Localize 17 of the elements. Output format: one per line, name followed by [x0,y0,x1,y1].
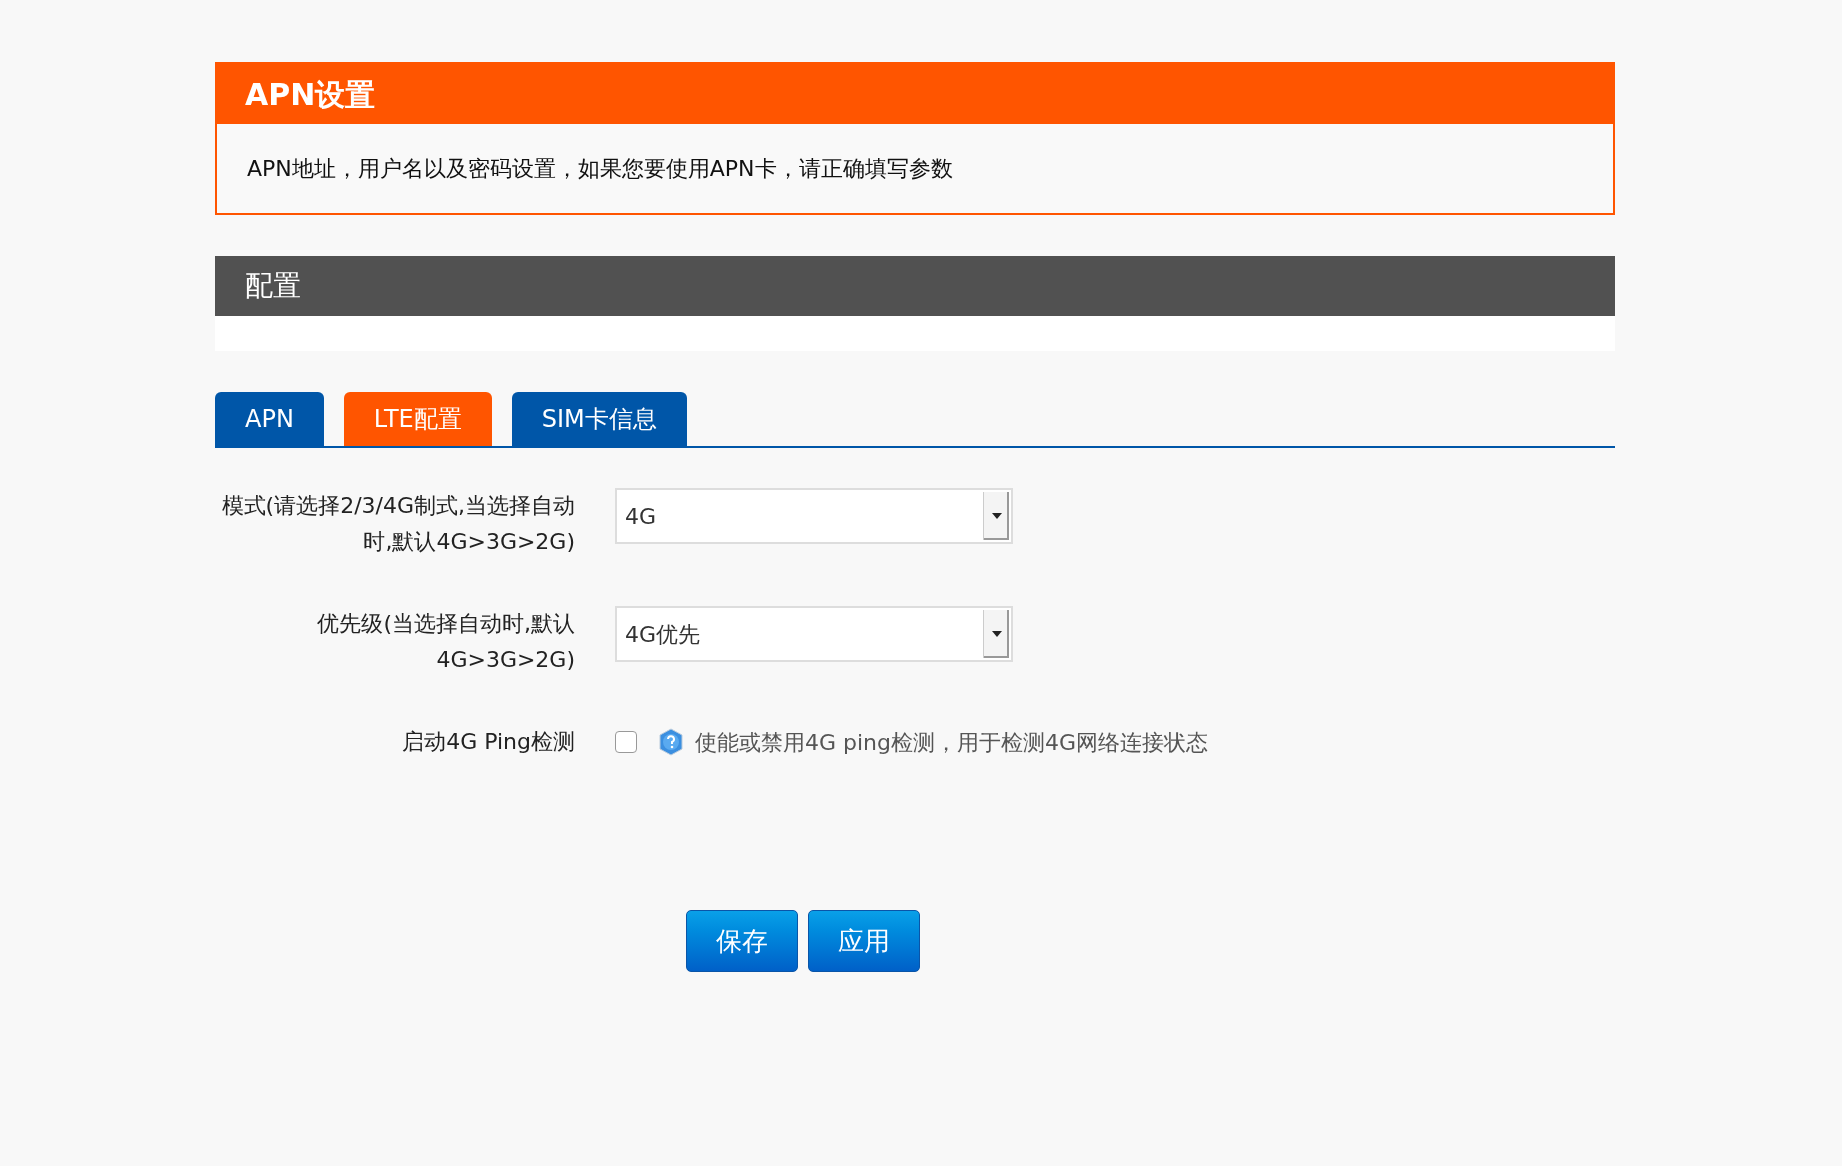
section-title: 配置 [245,268,301,304]
select-field[interactable]: 4G [615,488,1013,544]
checkbox[interactable] [615,731,637,753]
select-field[interactable]: 4G优先 [615,606,1013,662]
tab[interactable]: APN [215,392,324,446]
description-text: APN地址，用户名以及密码设置，如果您要使用APN卡，请正确填写参数 [247,155,953,183]
help-icon[interactable] [657,728,685,756]
select-value: 4G优先 [624,620,701,649]
field-label: 启动4G Ping检测 [401,728,575,756]
action-button[interactable]: 保存 [685,910,798,972]
field-label: 优先级(当选择自动时,默认4G>3G>2G) [316,610,575,674]
help-text: 使能或禁用4G ping检测，用于检测4G网络连接状态 [695,728,1209,757]
field-label: 模式(请选择2/3/4G制式,当选择自动时,默认4G>3G>2G) [220,492,575,556]
tab[interactable]: SIM卡信息 [511,392,687,446]
action-button[interactable]: 应用 [807,910,920,972]
select-value: 4G [624,502,657,531]
page-title: APN设置 [245,75,376,114]
